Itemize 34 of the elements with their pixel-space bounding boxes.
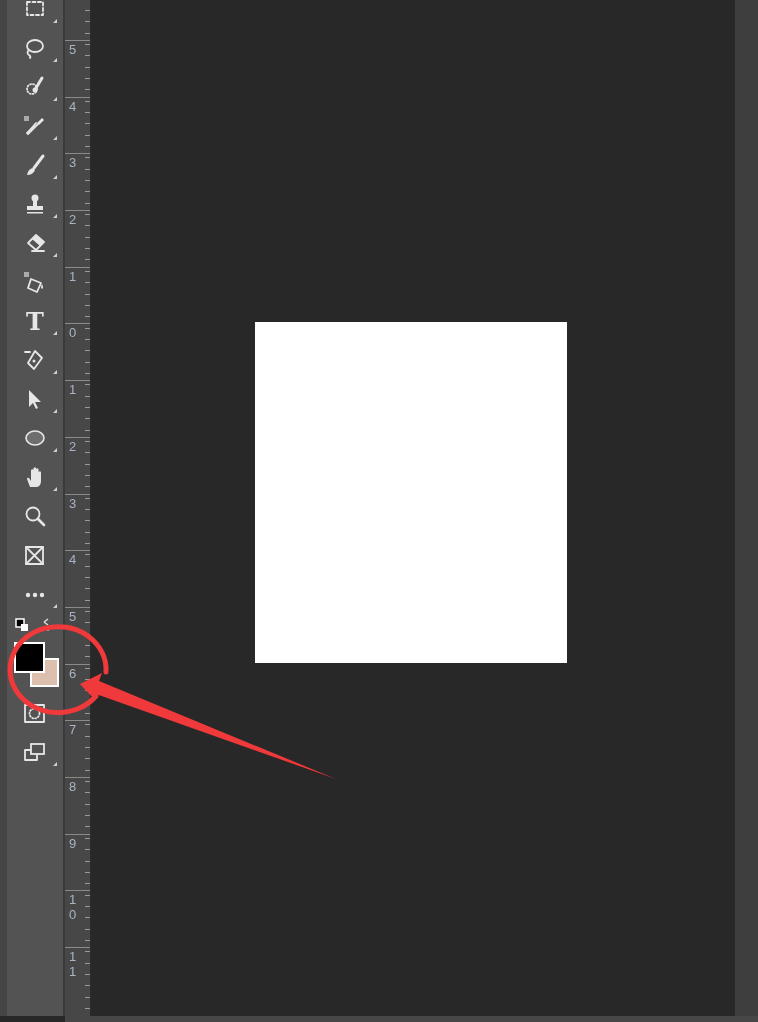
- ruler-label: 7: [69, 722, 77, 738]
- ruler-label: 2: [69, 212, 77, 228]
- ruler-label: 10: [69, 892, 77, 923]
- flyout-indicator-icon: [53, 58, 57, 62]
- default-colors-icon[interactable]: [15, 618, 29, 632]
- flyout-indicator-icon: [53, 487, 57, 491]
- type-tool-icon[interactable]: T: [26, 309, 44, 334]
- flyout-indicator-icon: [53, 97, 57, 101]
- ruler-label: 1: [69, 268, 77, 284]
- flyout-indicator-icon: [53, 370, 57, 374]
- ruler-label: 1: [69, 382, 77, 398]
- ruler-label: 5: [69, 42, 77, 57]
- ruler-label: 5: [69, 608, 77, 624]
- flyout-indicator-icon: [53, 331, 57, 335]
- ruler-label: 8: [69, 778, 77, 794]
- flyout-indicator-icon: [53, 175, 57, 179]
- flyout-indicator-icon: [53, 19, 57, 23]
- flyout-indicator-icon: [53, 604, 57, 608]
- flyout-indicator-icon: [53, 448, 57, 452]
- ruler-label: 11: [69, 949, 77, 979]
- flyout-indicator-icon: [53, 214, 57, 218]
- ruler-label: 4: [69, 98, 77, 114]
- ruler-label: 3: [69, 155, 77, 171]
- ruler-label: 6: [69, 665, 77, 681]
- foreground-color-swatch[interactable]: [14, 642, 45, 673]
- ruler-label: 4: [69, 552, 77, 568]
- ruler-label: 2: [69, 438, 77, 454]
- flyout-indicator-icon: [53, 409, 57, 413]
- flyout-indicator-icon: [53, 253, 57, 257]
- ruler-label: 9: [69, 835, 77, 851]
- ruler-label: 0: [69, 325, 77, 341]
- ruler-label: 3: [69, 495, 77, 511]
- flyout-indicator-icon: [53, 762, 57, 766]
- flyout-indicator-icon: [53, 136, 57, 140]
